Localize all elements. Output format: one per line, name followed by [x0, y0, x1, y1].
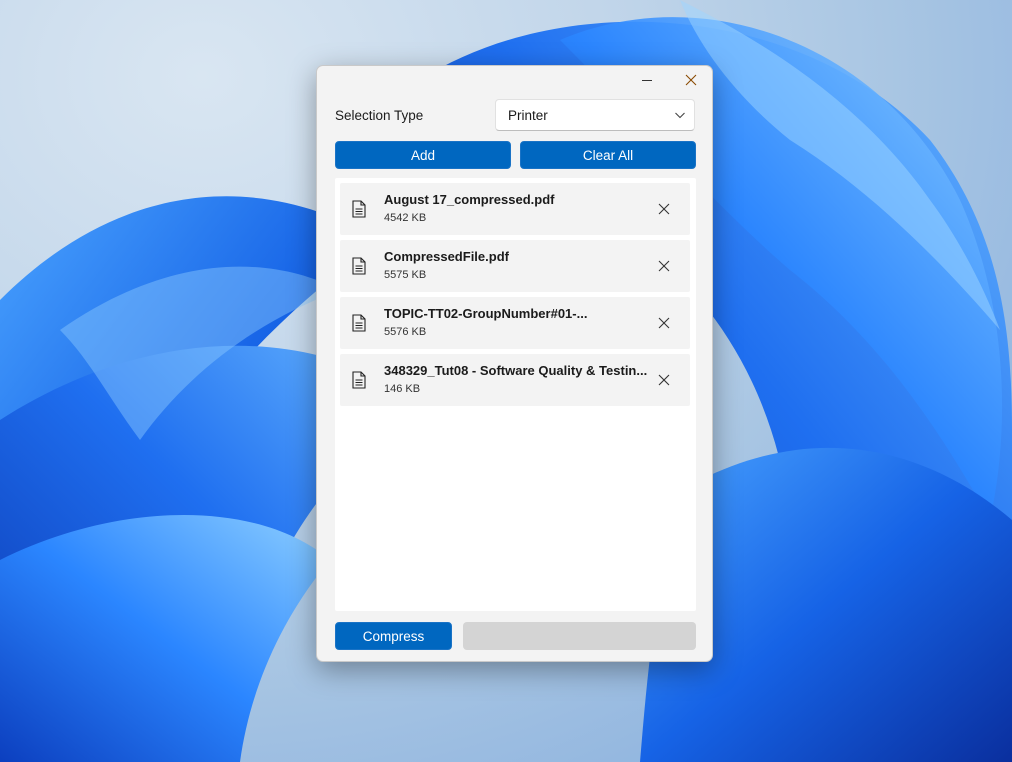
file-name: August 17_compressed.pdf	[384, 192, 555, 207]
compression-progress-bar	[463, 622, 696, 650]
add-button[interactable]: Add	[335, 141, 511, 169]
file-size: 5575 KB	[384, 269, 427, 281]
minimize-button[interactable]	[625, 66, 669, 94]
document-icon	[352, 314, 366, 332]
document-icon	[352, 200, 366, 218]
list-item[interactable]: TOPIC-TT02-GroupNumber#01-... 5576 KB	[340, 297, 690, 349]
remove-file-icon[interactable]	[656, 258, 672, 274]
app-window: Selection Type Printer Add Clear All Aug…	[316, 65, 713, 662]
remove-file-icon[interactable]	[656, 201, 672, 217]
clear-all-button[interactable]: Clear All	[520, 141, 696, 169]
selection-type-row: Selection Type Printer	[335, 99, 695, 131]
desktop: Selection Type Printer Add Clear All Aug…	[0, 0, 1012, 762]
minimize-icon	[642, 80, 652, 81]
document-icon	[352, 371, 366, 389]
remove-file-icon[interactable]	[656, 315, 672, 331]
title-bar	[317, 66, 712, 94]
file-name: 348329_Tut08 - Software Quality & Testin…	[384, 363, 648, 378]
file-list: August 17_compressed.pdf 4542 KB Compres…	[335, 178, 696, 611]
list-item[interactable]: CompressedFile.pdf 5575 KB	[340, 240, 690, 292]
file-size: 5576 KB	[384, 326, 427, 338]
file-name: CompressedFile.pdf	[384, 249, 509, 264]
selection-type-dropdown[interactable]: Printer	[495, 99, 695, 131]
selection-type-value: Printer	[508, 108, 548, 123]
document-icon	[352, 257, 366, 275]
file-size: 4542 KB	[384, 212, 427, 224]
compress-button[interactable]: Compress	[335, 622, 452, 650]
list-item[interactable]: 348329_Tut08 - Software Quality & Testin…	[340, 354, 690, 406]
selection-type-label: Selection Type	[335, 108, 424, 123]
close-icon	[685, 74, 697, 86]
remove-file-icon[interactable]	[656, 372, 672, 388]
list-item[interactable]: August 17_compressed.pdf 4542 KB	[340, 183, 690, 235]
close-button[interactable]	[669, 66, 712, 94]
file-name: TOPIC-TT02-GroupNumber#01-...	[384, 306, 588, 321]
chevron-down-icon	[675, 112, 685, 119]
file-size: 146 KB	[384, 383, 421, 395]
